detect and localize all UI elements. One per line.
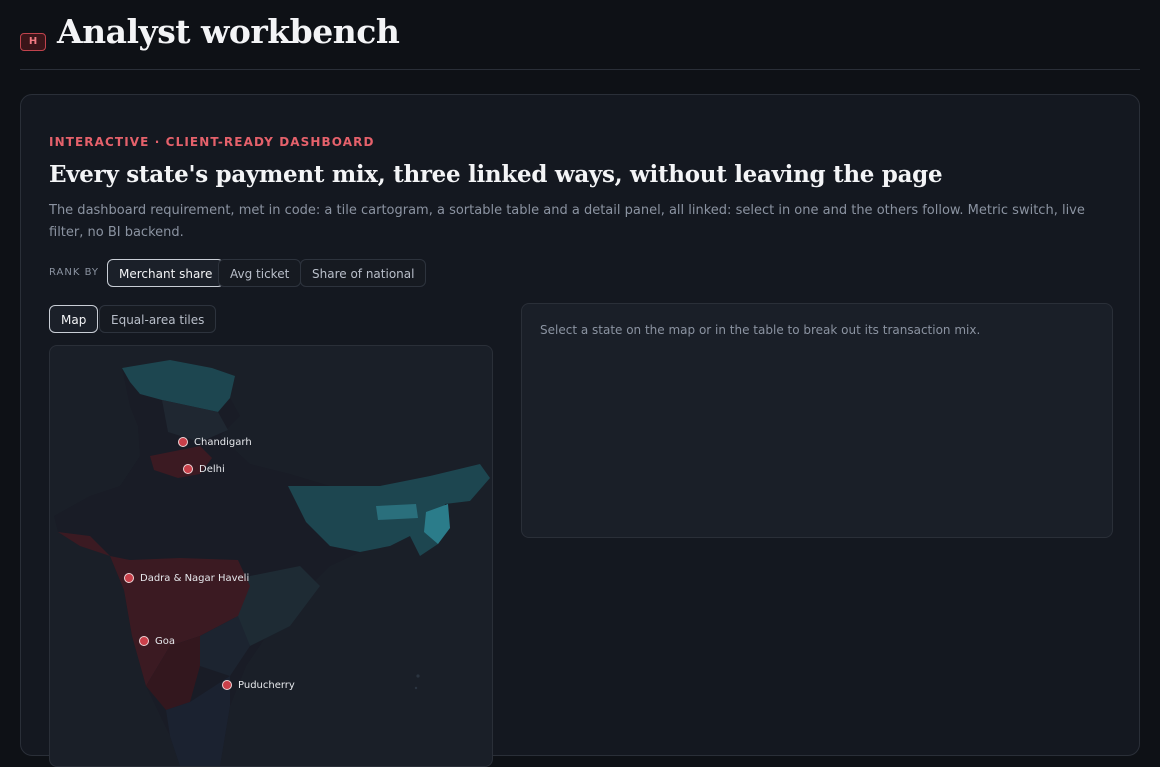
ut-marker-delhi[interactable]: Delhi: [183, 464, 225, 475]
dashboard-description: The dashboard requirement, met in code: …: [49, 203, 1085, 240]
state-shape-andaman[interactable]: [416, 674, 420, 678]
ut-label-puducherry: Puducherry: [238, 680, 295, 691]
state-shape-meghalaya[interactable]: [376, 504, 418, 520]
app-title: Analyst workbench: [57, 12, 400, 51]
view-map-tab[interactable]: Map: [49, 305, 99, 333]
state-shape-nicobar[interactable]: [414, 686, 418, 690]
ut-label-chandigarh: Chandigarh: [194, 437, 252, 448]
ut-label-delhi: Delhi: [199, 464, 225, 475]
ut-marker-goa[interactable]: Goa: [139, 636, 176, 647]
dashboard-headline: Every state's payment mix, three linked …: [49, 161, 943, 188]
view-equal-area-tiles-tab[interactable]: Equal-area tiles: [99, 305, 217, 333]
ut-marker-dadra-nagar-haveli[interactable]: Dadra & Nagar Haveli: [124, 573, 250, 584]
state-detail-panel: Select a state on the map or in the tabl…: [521, 303, 1113, 538]
rank-share-of-national-button[interactable]: Share of national: [300, 259, 427, 287]
app-logo-badge: H: [20, 33, 46, 51]
app-header: H Analyst workbench: [20, 0, 1140, 70]
dashboard-eyebrow: INTERACTIVE · CLIENT-READY DASHBOARD: [49, 135, 375, 149]
rank-merchant-share-button[interactable]: Merchant share: [107, 259, 225, 287]
ut-label-dadra-nagar-haveli: Dadra & Nagar Haveli: [140, 573, 249, 584]
choropleth-map-panel: Chandigarh Delhi Dadra & Nagar Haveli Go…: [49, 345, 493, 767]
india-choropleth-map: Chandigarh Delhi Dadra & Nagar Haveli Go…: [54, 360, 490, 766]
detail-empty-message: Select a state on the map or in the tabl…: [540, 323, 981, 337]
dashboard-card: INTERACTIVE · CLIENT-READY DASHBOARD Eve…: [20, 94, 1140, 767]
ut-label-goa: Goa: [155, 636, 175, 647]
rank-avg-ticket-button[interactable]: Avg ticket: [218, 259, 302, 287]
rank-by-label: RANK BY: [49, 267, 100, 278]
